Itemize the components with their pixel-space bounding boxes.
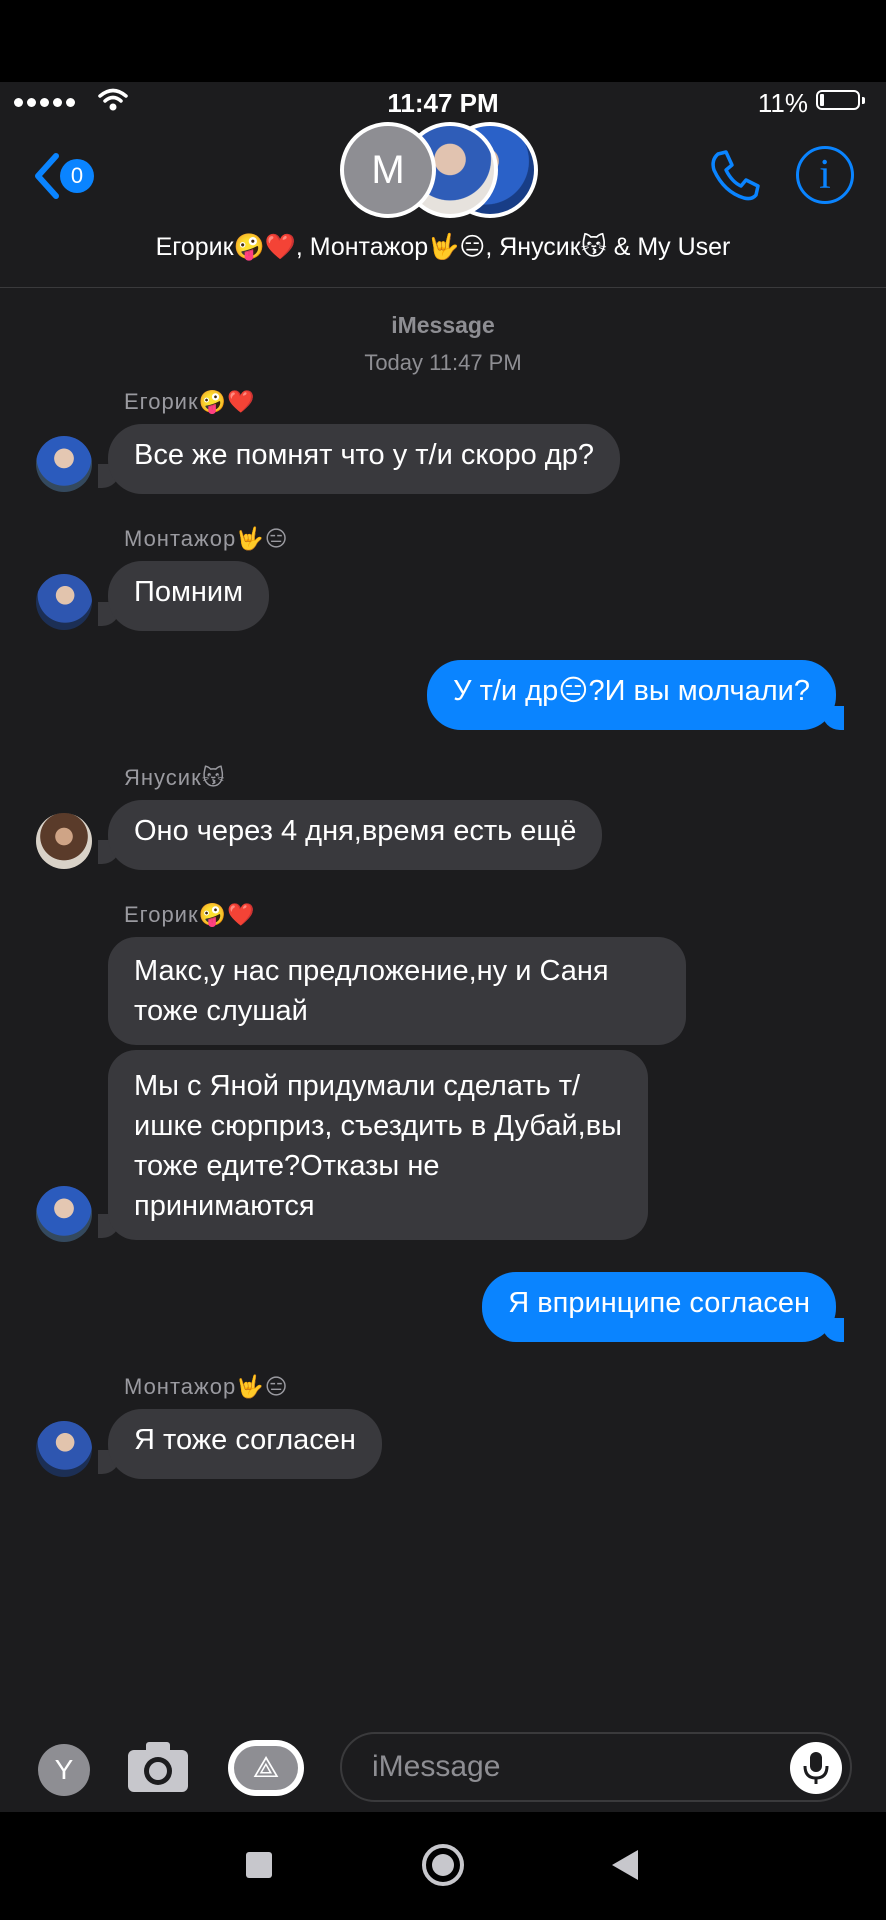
message-bubble-incoming[interactable]: Мы с Яной придумали сделать т/ишке сюрпр…	[108, 1050, 648, 1240]
sender-name: Монтажор🤟😑	[124, 1374, 289, 1399]
status-bar: 11:47 PM 11%	[0, 82, 886, 122]
system-back-button[interactable]	[612, 1850, 638, 1880]
battery-percentage: 11%	[757, 88, 808, 118]
info-icon[interactable]: i	[796, 146, 854, 204]
system-navigation-bar	[0, 1812, 886, 1920]
app-store-icon: ⟁	[234, 1746, 298, 1790]
unread-count-badge: 0	[60, 159, 94, 193]
message-bubble-outgoing[interactable]: Я впринципе согласен	[482, 1272, 836, 1342]
service-label: iMessage	[391, 312, 495, 338]
back-chevron-icon	[35, 153, 59, 199]
home-button[interactable]	[422, 1844, 464, 1886]
sender-avatar[interactable]	[36, 436, 92, 492]
microphone-icon	[803, 1752, 829, 1784]
message-input[interactable]: iMessage	[340, 1732, 852, 1802]
message-bubble-incoming[interactable]: Помним	[108, 561, 270, 631]
conversation-title[interactable]: Егорик🤪❤️, Монтажор🤟😑, Янусик😽 & My User	[0, 232, 886, 262]
sender-avatar[interactable]	[36, 1186, 92, 1242]
message-bubble-incoming[interactable]: Оно через 4 дня,время есть ещё	[108, 800, 603, 870]
message-bubble-outgoing[interactable]: У т/и др😑?И вы молчали?	[427, 660, 836, 730]
apps-button[interactable]: Y	[38, 1744, 90, 1796]
group-avatars[interactable]: M	[340, 122, 550, 226]
status-time: 11:47 PM	[387, 88, 499, 118]
message-bubble-incoming[interactable]: Я тоже согласен	[108, 1409, 382, 1479]
recent-apps-button[interactable]	[246, 1852, 272, 1878]
back-button[interactable]: 0	[30, 152, 94, 200]
camera-icon[interactable]	[126, 1738, 190, 1794]
battery-icon	[816, 90, 865, 110]
phone-icon[interactable]	[706, 148, 762, 204]
microphone-button[interactable]	[790, 1742, 842, 1794]
sender-avatar[interactable]	[36, 574, 92, 630]
thread-timestamp: Today 11:47 PM	[364, 350, 522, 375]
message-bubble-incoming[interactable]: Все же помнят что у т/и скоро др?	[108, 424, 620, 494]
sender-avatar[interactable]	[36, 1421, 92, 1477]
sender-name: Монтажор🤟😑	[124, 526, 289, 551]
conversation-header: 0 M i Егорик🤪❤️, Монтажор🤟😑, Янусик😽 & M…	[0, 122, 886, 288]
sender-avatar[interactable]	[36, 813, 92, 869]
message-input-placeholder: iMessage	[372, 1750, 501, 1783]
sender-name: Янусик😽	[124, 765, 226, 790]
message-bubble-incoming[interactable]: Макс,у нас предложение,ну и Саня тоже сл…	[108, 937, 686, 1045]
sender-name: Егорик🤪❤️	[124, 902, 256, 927]
sender-name: Егорик🤪❤️	[124, 389, 256, 414]
top-black-band	[0, 0, 886, 82]
message-composer: Y ⟁ iMessage	[0, 1718, 886, 1814]
app-store-button[interactable]: ⟁	[228, 1740, 304, 1796]
group-avatar-initial: M	[340, 122, 436, 218]
